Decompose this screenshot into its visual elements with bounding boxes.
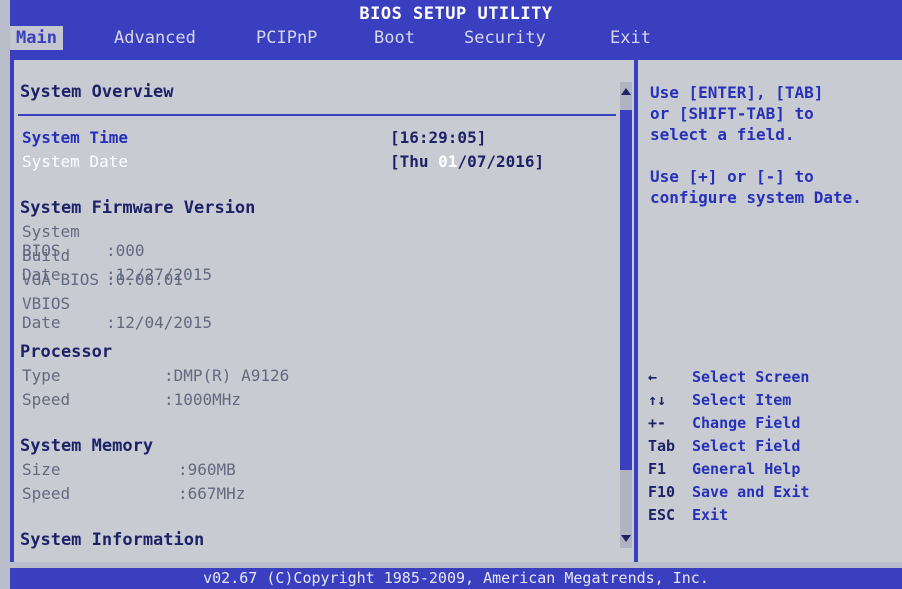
key-label: ESC	[648, 506, 676, 524]
processor-label: Speed	[22, 390, 71, 409]
key-desc: Save and Exit	[692, 483, 810, 501]
memory-row: Speed :667MHz	[22, 484, 245, 503]
key-row: +- Change Field	[648, 412, 809, 435]
tab-boot[interactable]: Boot	[368, 26, 421, 50]
help-line: configure system Date.	[650, 188, 862, 207]
left-pane: System Overview System Time [16:29:05] Sy…	[14, 60, 626, 562]
system-overview-heading: System Overview	[20, 82, 174, 102]
help-line: Use [+] or [-] to	[650, 167, 814, 186]
key-row: ↑↓ Select Item	[648, 389, 809, 412]
key-desc: Select Item	[692, 391, 792, 409]
firmware-value: :12/04/2015	[106, 313, 212, 332]
memory-value: :960MB	[178, 460, 236, 479]
memory-heading: System Memory	[20, 436, 154, 456]
help-text: Use [ENTER], [TAB] or [SHIFT-TAB] to sel…	[650, 82, 862, 208]
system-time-label: System Time	[22, 128, 128, 147]
tab-main[interactable]: Main	[10, 26, 63, 50]
help-line: or [SHIFT-TAB] to	[650, 104, 814, 123]
memory-value: :667MHz	[178, 484, 246, 503]
help-line: Use [ENTER], [TAB]	[650, 83, 824, 102]
key-row: ESC Exit	[648, 504, 809, 527]
tab-security[interactable]: Security	[458, 26, 552, 50]
firmware-label: VGA BIOS	[22, 270, 100, 289]
left-arrow-icon: ←	[648, 368, 658, 386]
key-desc: General Help	[692, 460, 801, 478]
tab-pcipnp[interactable]: PCIPnP	[250, 26, 323, 50]
bios-title: BIOS SETUP UTILITY	[359, 4, 553, 24]
key-label: F10	[648, 483, 676, 501]
memory-label: Size	[22, 460, 61, 479]
processor-label: Type	[22, 366, 61, 385]
scrollbar-thumb[interactable]	[620, 110, 632, 470]
tab-exit[interactable]: Exit	[604, 26, 657, 50]
processor-row: Speed :1000MHz	[22, 390, 241, 409]
memory-label: Speed	[22, 484, 71, 503]
firmware-row: VGA BIOS :0.00.01	[22, 270, 183, 289]
scroll-down-icon[interactable]	[621, 535, 631, 542]
firmware-heading: System Firmware Version	[20, 198, 256, 218]
scroll-up-icon[interactable]	[621, 88, 631, 95]
system-date-selected-field[interactable]: 01	[438, 152, 457, 171]
separator	[18, 114, 616, 116]
help-spacer	[650, 145, 862, 166]
processor-row: Type :DMP(R) A9126	[22, 366, 289, 385]
system-date-value[interactable]: [Thu 01/07/2016]	[390, 152, 544, 171]
help-line: select a field.	[650, 125, 795, 144]
key-row: F1 General Help	[648, 458, 809, 481]
key-label: +-	[648, 414, 667, 432]
key-row: ← Select Screen	[648, 366, 809, 389]
system-date-prefix: [Thu	[390, 152, 439, 171]
scrollbar[interactable]	[620, 82, 632, 548]
key-desc: Select Field	[692, 437, 801, 455]
system-time-value[interactable]: [16:29:05]	[390, 128, 486, 147]
tab-bar: Main Advanced PCIPnP Boot Security Exit	[10, 26, 902, 50]
system-information-item[interactable]: System Information	[20, 530, 204, 550]
firmware-label: VBIOS Date	[22, 294, 71, 332]
processor-heading: Processor	[20, 342, 113, 362]
tab-advanced[interactable]: Advanced	[108, 26, 202, 50]
firmware-row: VBIOS Date :12/04/2015	[22, 294, 212, 332]
pane-divider	[634, 60, 638, 562]
key-row: F10 Save and Exit	[648, 481, 809, 504]
key-label: Tab	[648, 437, 676, 455]
help-pane: Use [ENTER], [TAB] or [SHIFT-TAB] to sel…	[642, 60, 902, 562]
key-label: F1	[648, 460, 667, 478]
firmware-value: :0.00.01	[106, 270, 184, 289]
system-date-row[interactable]: System Date [Thu 01/07/2016]	[22, 152, 544, 171]
memory-row: Size :960MB	[22, 460, 236, 479]
system-time-row[interactable]: System Time [16:29:05]	[22, 128, 486, 147]
key-legend: ← Select Screen ↑↓ Select Item +- Change Fi…	[648, 366, 809, 527]
top-bar: BIOS SETUP UTILITY Main Advanced PCIPnP …	[10, 0, 902, 56]
copyright-footer: v02.67 (C)Copyright 1985-2009, American …	[10, 568, 902, 589]
key-row: Tab Select Field	[648, 435, 809, 458]
main-frame: System Overview System Time [16:29:05] Sy…	[10, 56, 902, 562]
key-desc: Change Field	[692, 414, 801, 432]
processor-value: :DMP(R) A9126	[164, 366, 290, 385]
processor-value: :1000MHz	[164, 390, 242, 409]
key-desc: Exit	[692, 506, 729, 524]
system-date-label: System Date	[22, 152, 128, 171]
up-down-arrow-icon: ↑↓	[648, 391, 667, 409]
system-date-suffix: /07/2016]	[457, 152, 545, 171]
key-desc: Select Screen	[692, 368, 810, 386]
